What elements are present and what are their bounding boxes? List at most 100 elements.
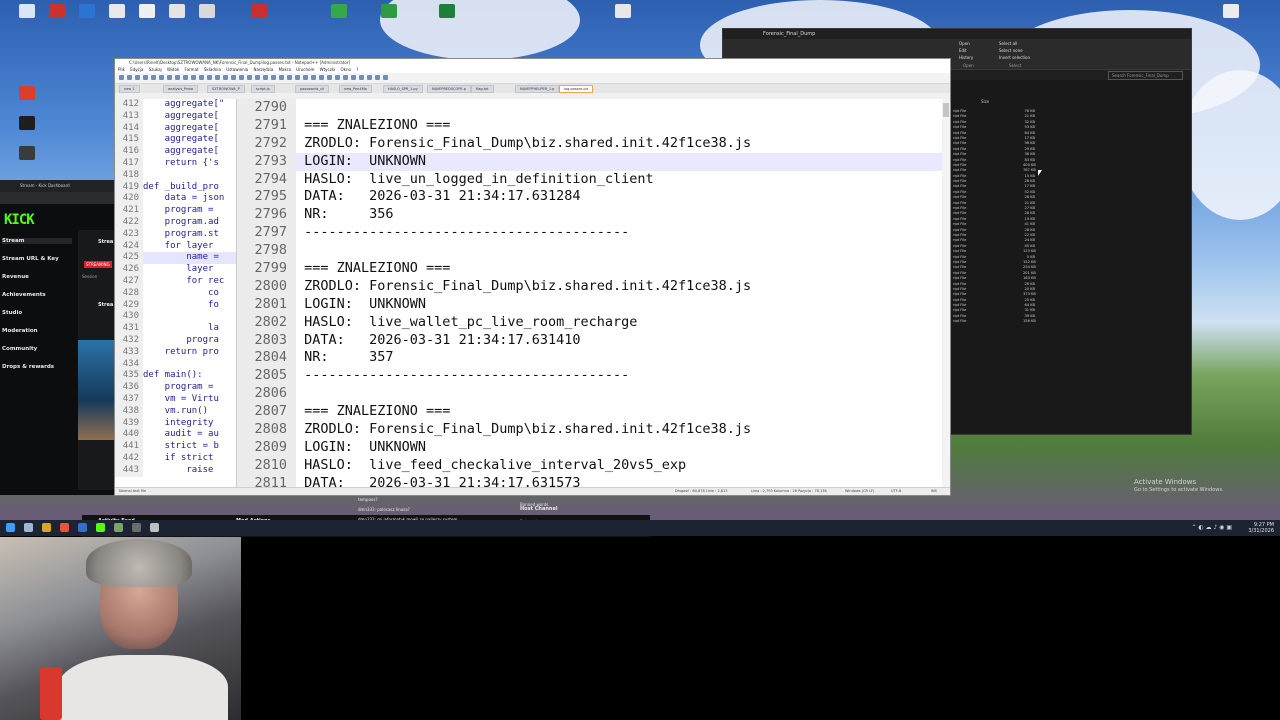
toolbar-button-icon[interactable] bbox=[295, 75, 300, 80]
app-icon[interactable] bbox=[78, 523, 87, 532]
start-icon[interactable] bbox=[6, 523, 15, 532]
kick-taskbar-icon[interactable] bbox=[96, 523, 105, 532]
ribbon-edit[interactable]: Edit bbox=[959, 48, 967, 53]
code-line[interactable]: 441 strict = b bbox=[115, 441, 236, 453]
app-icon[interactable] bbox=[150, 523, 159, 532]
code-line[interactable]: 438 vm.run() bbox=[115, 405, 236, 418]
toolbar-button-icon[interactable] bbox=[255, 75, 260, 80]
toolbar-button-icon[interactable] bbox=[247, 75, 252, 80]
code-line[interactable]: 430 bbox=[115, 311, 236, 324]
log-line[interactable]: 2795 DATA: 2026-03-31 21:34:17.631284 bbox=[237, 188, 948, 207]
toolbar-button-icon[interactable] bbox=[375, 75, 380, 80]
code-line[interactable]: 428 co bbox=[115, 287, 236, 300]
desktop-icon[interactable] bbox=[236, 4, 282, 32]
desktop-icon[interactable] bbox=[4, 116, 50, 144]
search-icon[interactable] bbox=[24, 523, 33, 532]
code-pane-right[interactable]: 2790 2791 === ZNALEZIONO === 2792 ZRODLO:… bbox=[237, 99, 948, 487]
desktop-icon[interactable] bbox=[4, 86, 50, 114]
toolbar-button-icon[interactable] bbox=[151, 75, 156, 80]
log-line[interactable]: 2797 -----------------------------------… bbox=[237, 224, 948, 243]
browser-icon[interactable] bbox=[60, 523, 69, 532]
toolbar-button-icon[interactable] bbox=[231, 75, 236, 80]
toolbar-button-icon[interactable] bbox=[343, 75, 348, 80]
ribbon-invert-selection[interactable]: Invert selection bbox=[999, 55, 1030, 60]
log-line[interactable]: 2806 bbox=[237, 385, 948, 404]
log-line[interactable]: 2794 HASLO: live_un_logged_in_definition… bbox=[237, 170, 948, 189]
notepadpp-taskbar-icon[interactable] bbox=[114, 523, 123, 532]
toolbar-button-icon[interactable] bbox=[303, 75, 308, 80]
desktop-icon[interactable] bbox=[184, 4, 230, 32]
toolbar-button-icon[interactable] bbox=[311, 75, 316, 80]
log-line[interactable]: 2798 bbox=[237, 242, 948, 261]
code-line[interactable]: 422 program.ad bbox=[115, 216, 236, 229]
toolbar-button-icon[interactable] bbox=[359, 75, 364, 80]
ribbon-select-none[interactable]: Select none bbox=[999, 48, 1023, 53]
code-line[interactable]: 425 name = bbox=[115, 252, 236, 265]
toolbar-button-icon[interactable] bbox=[159, 75, 164, 80]
toolbar-button-icon[interactable] bbox=[167, 75, 172, 80]
toolbar-button-icon[interactable] bbox=[199, 75, 204, 80]
log-line[interactable]: 2803 DATA: 2026-03-31 21:34:17.631410 bbox=[237, 331, 948, 350]
code-line[interactable]: 433 return pro bbox=[115, 346, 236, 359]
log-line[interactable]: 2801 LOGIN: UNKNOWN bbox=[237, 295, 948, 314]
npp-tab[interactable]: SZTROWOWA_P bbox=[207, 85, 245, 93]
toolbar-button-icon[interactable] bbox=[223, 75, 228, 80]
log-line[interactable]: 2799 === ZNALEZIONO === bbox=[237, 260, 948, 278]
toolbar-button-icon[interactable] bbox=[215, 75, 220, 80]
nav-stream-url-key[interactable]: Stream URL & Key bbox=[2, 256, 59, 262]
toolbar-button-icon[interactable] bbox=[207, 75, 212, 80]
toolbar-button-icon[interactable] bbox=[191, 75, 196, 80]
code-line[interactable]: 423 program.st bbox=[115, 228, 236, 241]
explorer-search-input[interactable]: Search Forensic_Final_Dump bbox=[1108, 71, 1183, 80]
log-line[interactable]: 2800 ZRODLO: Forensic_Final_Dump\biz.sha… bbox=[237, 277, 948, 296]
code-line[interactable]: 439 integrity bbox=[115, 417, 236, 430]
code-line[interactable]: 434 bbox=[115, 358, 236, 371]
browser-address-bar[interactable] bbox=[0, 192, 116, 204]
scrollbar-thumb[interactable] bbox=[943, 103, 949, 117]
log-line[interactable]: 2805 -----------------------------------… bbox=[237, 367, 948, 386]
browser-tab[interactable]: Stream - Kick Dashboard bbox=[0, 180, 116, 192]
log-line[interactable]: 2790 bbox=[237, 99, 948, 117]
log-line[interactable]: 2808 ZRODLO: Forensic_Final_Dump\biz.sha… bbox=[237, 421, 948, 439]
desktop-icon[interactable] bbox=[600, 4, 646, 32]
code-line[interactable]: 416 aggregate[ bbox=[115, 146, 236, 158]
npp-tab[interactable]: NAVEPREDSCOPE.p bbox=[427, 85, 471, 93]
npp-tab[interactable]: script.js bbox=[251, 85, 275, 93]
log-line[interactable]: 2810 HASLO: live_feed_checkalive_interva… bbox=[237, 456, 948, 475]
system-tray[interactable]: ⌃ ◐ ☁ ♪ ◉ ▣ bbox=[1191, 524, 1232, 531]
nav-moderation[interactable]: Moderation bbox=[2, 328, 38, 334]
code-line[interactable]: 440 audit = au bbox=[115, 429, 236, 442]
folder-icon[interactable] bbox=[42, 523, 51, 532]
nav-community[interactable]: Community bbox=[2, 346, 37, 352]
npp-tab[interactable]: analysis_Proto bbox=[163, 85, 198, 93]
desktop-icon[interactable] bbox=[1208, 4, 1254, 32]
log-line[interactable]: 2791 === ZNALEZIONO === bbox=[237, 116, 948, 135]
toolbar-button-icon[interactable] bbox=[351, 75, 356, 80]
npp-tab[interactable]: new_Pen4Ma bbox=[339, 85, 372, 93]
log-line[interactable]: 2807 === ZNALEZIONO === bbox=[237, 403, 948, 422]
toolbar-button-icon[interactable] bbox=[327, 75, 332, 80]
desktop-icon[interactable] bbox=[4, 146, 50, 174]
file-row[interactable]: ript File 156 KB bbox=[949, 319, 1179, 324]
log-line[interactable]: 2809 LOGIN: UNKNOWN bbox=[237, 438, 948, 457]
size-column-header[interactable]: Size bbox=[981, 99, 989, 104]
toolbar-button-icon[interactable] bbox=[383, 75, 388, 80]
code-line[interactable]: 413 aggregate[ bbox=[115, 110, 236, 123]
code-line[interactable]: 429 fo bbox=[115, 299, 236, 312]
code-line[interactable]: 424 for layer bbox=[115, 240, 236, 253]
toolbar-button-icon[interactable] bbox=[367, 75, 372, 80]
nav-revenue[interactable]: Revenue bbox=[2, 274, 29, 280]
toolbar-button-icon[interactable] bbox=[127, 75, 132, 80]
code-line[interactable]: 414 aggregate[ bbox=[115, 122, 236, 135]
code-line[interactable]: 418 bbox=[115, 169, 236, 182]
code-line[interactable]: 417 return {'s bbox=[115, 157, 236, 170]
toolbar-button-icon[interactable] bbox=[279, 75, 284, 80]
code-line[interactable]: 426 layer bbox=[115, 264, 236, 276]
npp-tab[interactable]: HASLO_SPR_1.py bbox=[383, 85, 423, 93]
code-line[interactable]: 419 def _build_pro bbox=[115, 181, 236, 194]
log-line[interactable]: 2804 NR: 357 bbox=[237, 349, 948, 368]
code-line[interactable]: 415 aggregate[ bbox=[115, 134, 236, 147]
taskbar-clock[interactable]: 9:27 PM 3/31/2026 bbox=[1248, 522, 1274, 534]
toolbar-button-icon[interactable] bbox=[239, 75, 244, 80]
npp-tab[interactable]: log.passes.txt bbox=[559, 85, 594, 93]
